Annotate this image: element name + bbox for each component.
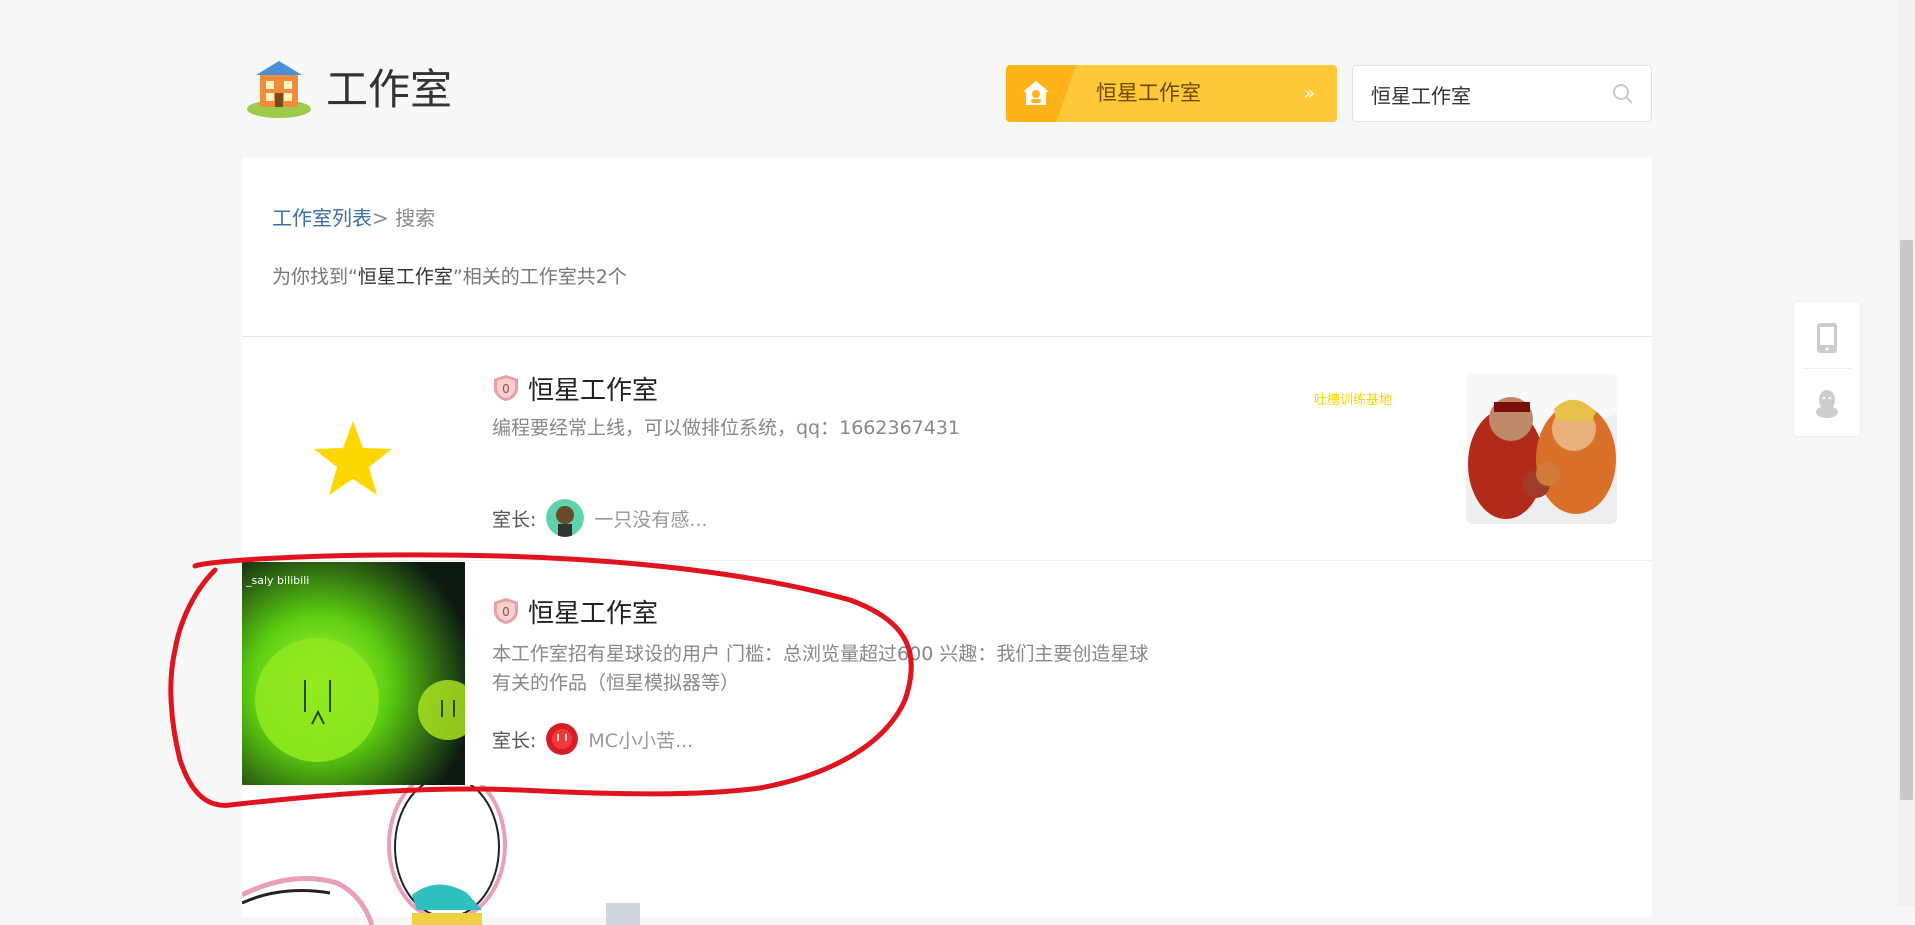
- page-title: 工作室: [326, 65, 453, 114]
- home-icon: [1021, 79, 1051, 111]
- studio-search-panel: 工作室列表> 搜索 为你找到“恒星工作室”相关的工作室共2个 0 恒星工作室 编…: [242, 157, 1652, 925]
- search-icon[interactable]: [1611, 82, 1635, 110]
- breadcrumb-current: 搜索: [395, 206, 436, 230]
- divider: [242, 560, 1652, 561]
- studio-name-link[interactable]: 0 恒星工作室: [492, 593, 658, 632]
- current-studio-name: 恒星工作室: [1096, 81, 1201, 105]
- result-summary: 为你找到“恒星工作室”相关的工作室共2个: [272, 266, 627, 288]
- avatar[interactable]: [546, 723, 579, 755]
- qq-icon[interactable]: [1814, 388, 1840, 424]
- owner-row: 室长: MC小小苦...: [492, 723, 693, 755]
- divider: [242, 336, 1652, 337]
- breadcrumb-separator: >: [372, 206, 396, 230]
- building-icon: [244, 55, 314, 119]
- studio-thumbnail-partial[interactable]: [242, 785, 842, 925]
- owner-name-link[interactable]: MC小小苦...: [588, 726, 693, 753]
- search-input[interactable]: [1369, 66, 1603, 123]
- svg-text:0: 0: [502, 605, 510, 619]
- scrollbar-thumb[interactable]: [1900, 240, 1913, 800]
- shield-badge-icon: 0: [492, 374, 520, 409]
- owner-name-link[interactable]: 一只没有感...: [594, 505, 707, 532]
- studio-description: 本工作室招有星球设的用户 门槛：总浏览量超过600 兴趣：我们主要创造星球 有关…: [492, 643, 1149, 694]
- svg-text:_saly bilibili: _saly bilibili: [245, 574, 309, 587]
- chevron-double-right-icon: »: [1303, 83, 1315, 104]
- shield-badge-icon: 0: [492, 597, 520, 632]
- breadcrumb-studio-list-link[interactable]: 工作室列表: [272, 206, 372, 230]
- svg-text:0: 0: [502, 382, 510, 396]
- divider: [1802, 368, 1852, 369]
- studio-description: 编程要经常上线，可以做排位系统，qq：1662367431: [492, 417, 961, 439]
- studio-cover-image[interactable]: [1466, 374, 1617, 524]
- owner-row: 室长: 一只没有感...: [492, 499, 708, 537]
- side-toolbar: [1793, 301, 1861, 437]
- studio-thumbnail[interactable]: _saly bilibili: [242, 562, 465, 785]
- studio-name-link[interactable]: 0 恒星工作室: [492, 370, 658, 409]
- phone-icon[interactable]: [1814, 322, 1840, 358]
- tag-link[interactable]: 吐槽训练基地: [1314, 389, 1392, 408]
- result-query: 恒星工作室: [357, 266, 453, 288]
- avatar[interactable]: [546, 499, 585, 537]
- search-box[interactable]: [1352, 65, 1652, 123]
- breadcrumb: 工作室列表> 搜索: [272, 202, 435, 231]
- star-icon: [314, 421, 392, 495]
- studio-thumbnail[interactable]: [242, 347, 464, 569]
- current-studio-button[interactable]: 恒星工作室 »: [1006, 65, 1337, 122]
- home-tab[interactable]: [1006, 65, 1076, 122]
